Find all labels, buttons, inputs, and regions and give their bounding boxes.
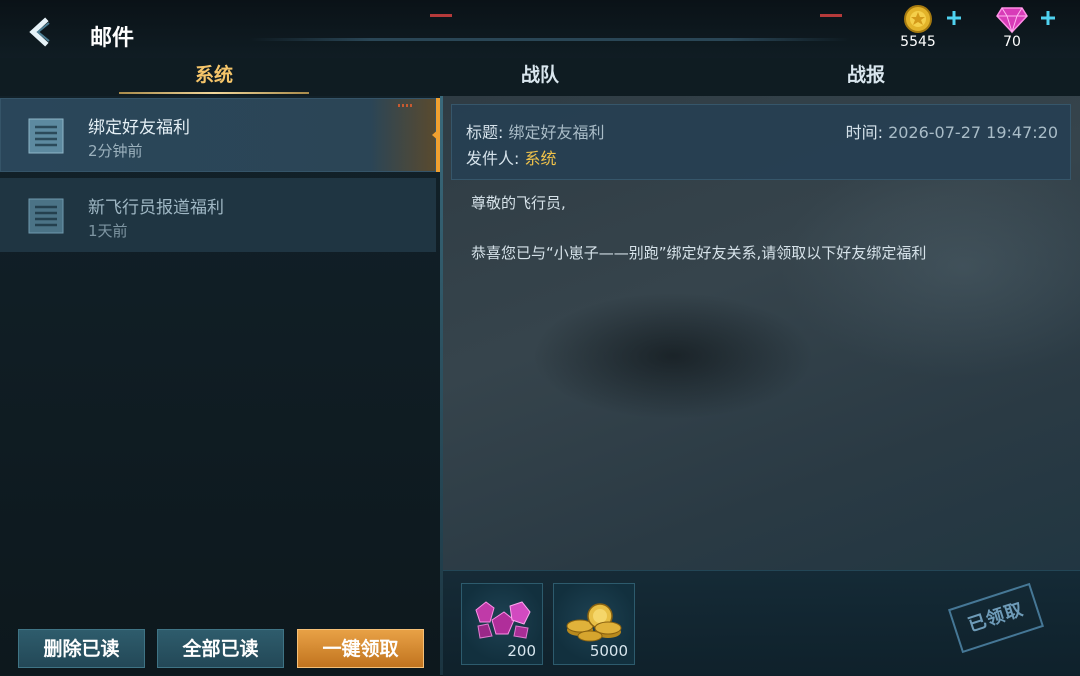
- sender-row: 发件人: 系统: [466, 145, 557, 169]
- mail-body-text: 恭喜您已与“小崽子——别跑”绑定好友关系,请领取以下好友绑定福利: [471, 244, 927, 262]
- add-coin-button[interactable]: [946, 10, 962, 26]
- reward-quantity: 200: [507, 642, 536, 660]
- header-decoration: [250, 38, 850, 41]
- gem-amount: 70: [1003, 34, 1021, 50]
- add-gem-button[interactable]: [1040, 10, 1056, 26]
- subject-value: 绑定好友福利: [508, 123, 605, 142]
- page-title: 邮件: [90, 26, 135, 51]
- back-button[interactable]: [22, 14, 58, 50]
- tab-team[interactable]: 战队: [440, 58, 640, 94]
- coin-counter: 5545: [888, 4, 961, 54]
- gold-coin-stack-icon: [566, 603, 622, 642]
- selected-decoration: [398, 104, 414, 107]
- tab-bar: 系统 战队 战报: [0, 58, 1080, 97]
- mail-document-icon: [28, 118, 64, 154]
- reward-item[interactable]: 200: [461, 583, 543, 665]
- delete-read-button[interactable]: 删除已读: [18, 629, 145, 668]
- sender-value: 系统: [524, 149, 557, 168]
- time-label: 时间:: [845, 123, 883, 142]
- gem-counter: 70: [982, 4, 1055, 54]
- tab-system[interactable]: 系统: [114, 58, 314, 94]
- pink-gem-pile-icon: [475, 601, 531, 639]
- top-bar: 邮件 5545 70: [0, 0, 1080, 60]
- mail-title: 新飞行员报道福利: [88, 198, 224, 218]
- pink-gem-icon: [996, 7, 1028, 34]
- selected-arrow-icon: [432, 128, 440, 142]
- claimed-stamp: 已领取: [947, 582, 1045, 654]
- mail-time: 2分钟前: [88, 142, 143, 160]
- time-value: 2026-07-27 19:47:20: [888, 123, 1058, 142]
- gold-coin-icon: [904, 5, 932, 33]
- mail-title: 绑定好友福利: [88, 118, 190, 138]
- mail-list-item[interactable]: 绑定好友福利 2分钟前: [0, 98, 440, 172]
- header-decoration-red: [820, 14, 842, 17]
- time-row: 时间: 2026-07-27 19:47:20: [846, 119, 1058, 143]
- mail-time: 1天前: [88, 222, 128, 240]
- subject-row: 标题: 绑定好友福利: [466, 119, 605, 143]
- mail-header: 标题: 绑定好友福利 时间: 2026-07-27 19:47:20 发件人: …: [451, 104, 1071, 180]
- sender-label: 发件人:: [466, 149, 520, 168]
- mail-detail-panel: 标题: 绑定好友福利 时间: 2026-07-27 19:47:20 发件人: …: [443, 96, 1080, 676]
- reward-bar: 200 5000 已领取: [443, 570, 1080, 676]
- mail-greeting: 尊敬的飞行员,: [471, 194, 566, 212]
- claim-all-button[interactable]: 一键领取: [297, 629, 424, 668]
- coin-amount: 5545: [900, 34, 936, 50]
- header-decoration-red: [430, 14, 452, 17]
- mark-all-read-button[interactable]: 全部已读: [157, 629, 284, 668]
- mail-list-panel: 绑定好友福利 2分钟前 新飞行员报道福利 1天前: [0, 96, 440, 675]
- subject-label: 标题:: [466, 123, 504, 142]
- reward-quantity: 5000: [589, 642, 628, 660]
- tab-battle-report[interactable]: 战报: [766, 58, 966, 94]
- mail-list-item[interactable]: 新飞行员报道福利 1天前: [0, 178, 436, 252]
- reward-item[interactable]: 5000: [553, 583, 635, 665]
- mail-document-icon: [28, 198, 64, 234]
- back-chevron-icon: [29, 17, 50, 47]
